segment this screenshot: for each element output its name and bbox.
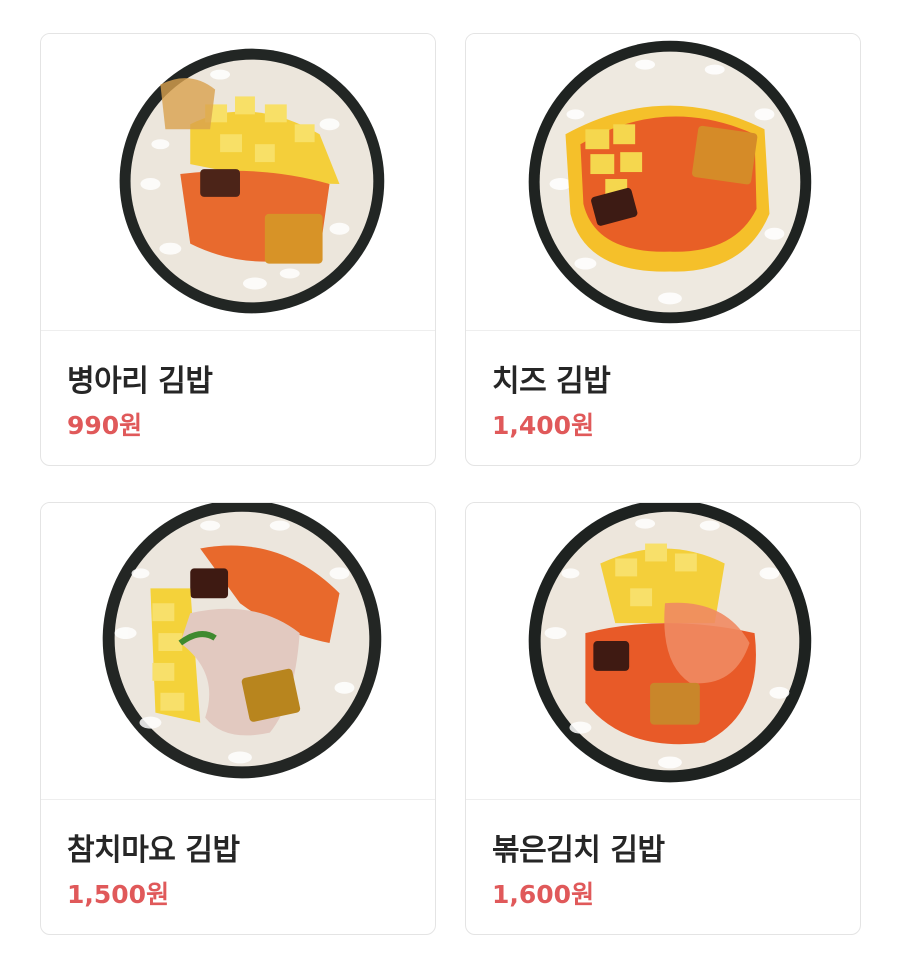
menu-item-name: 치즈 김밥	[492, 364, 611, 399]
menu-item-price: 1,500원	[67, 880, 170, 909]
gimbap-tuna-mayo-photo	[41, 503, 435, 800]
menu-item-price: 990원	[67, 411, 143, 440]
menu-card-0[interactable]: 병아리 김밥 990원	[40, 33, 436, 466]
menu-card-3[interactable]: 볶은김치 김밥 1,600원	[465, 502, 861, 935]
menu-item-name: 참치마요 김밥	[67, 833, 240, 868]
menu-item-name: 병아리 김밥	[67, 364, 213, 399]
menu-item-price: 1,400원	[492, 411, 595, 440]
gimbap-egg-photo	[41, 34, 435, 331]
gimbap-kimchi-photo	[466, 503, 860, 800]
menu-item-price: 1,600원	[492, 880, 595, 909]
menu-item-name: 볶은김치 김밥	[492, 833, 665, 868]
gimbap-cheese-photo	[466, 34, 860, 331]
menu-card-2[interactable]: 참치마요 김밥 1,500원	[40, 502, 436, 935]
menu-card-1[interactable]: 치즈 김밥 1,400원	[465, 33, 861, 466]
